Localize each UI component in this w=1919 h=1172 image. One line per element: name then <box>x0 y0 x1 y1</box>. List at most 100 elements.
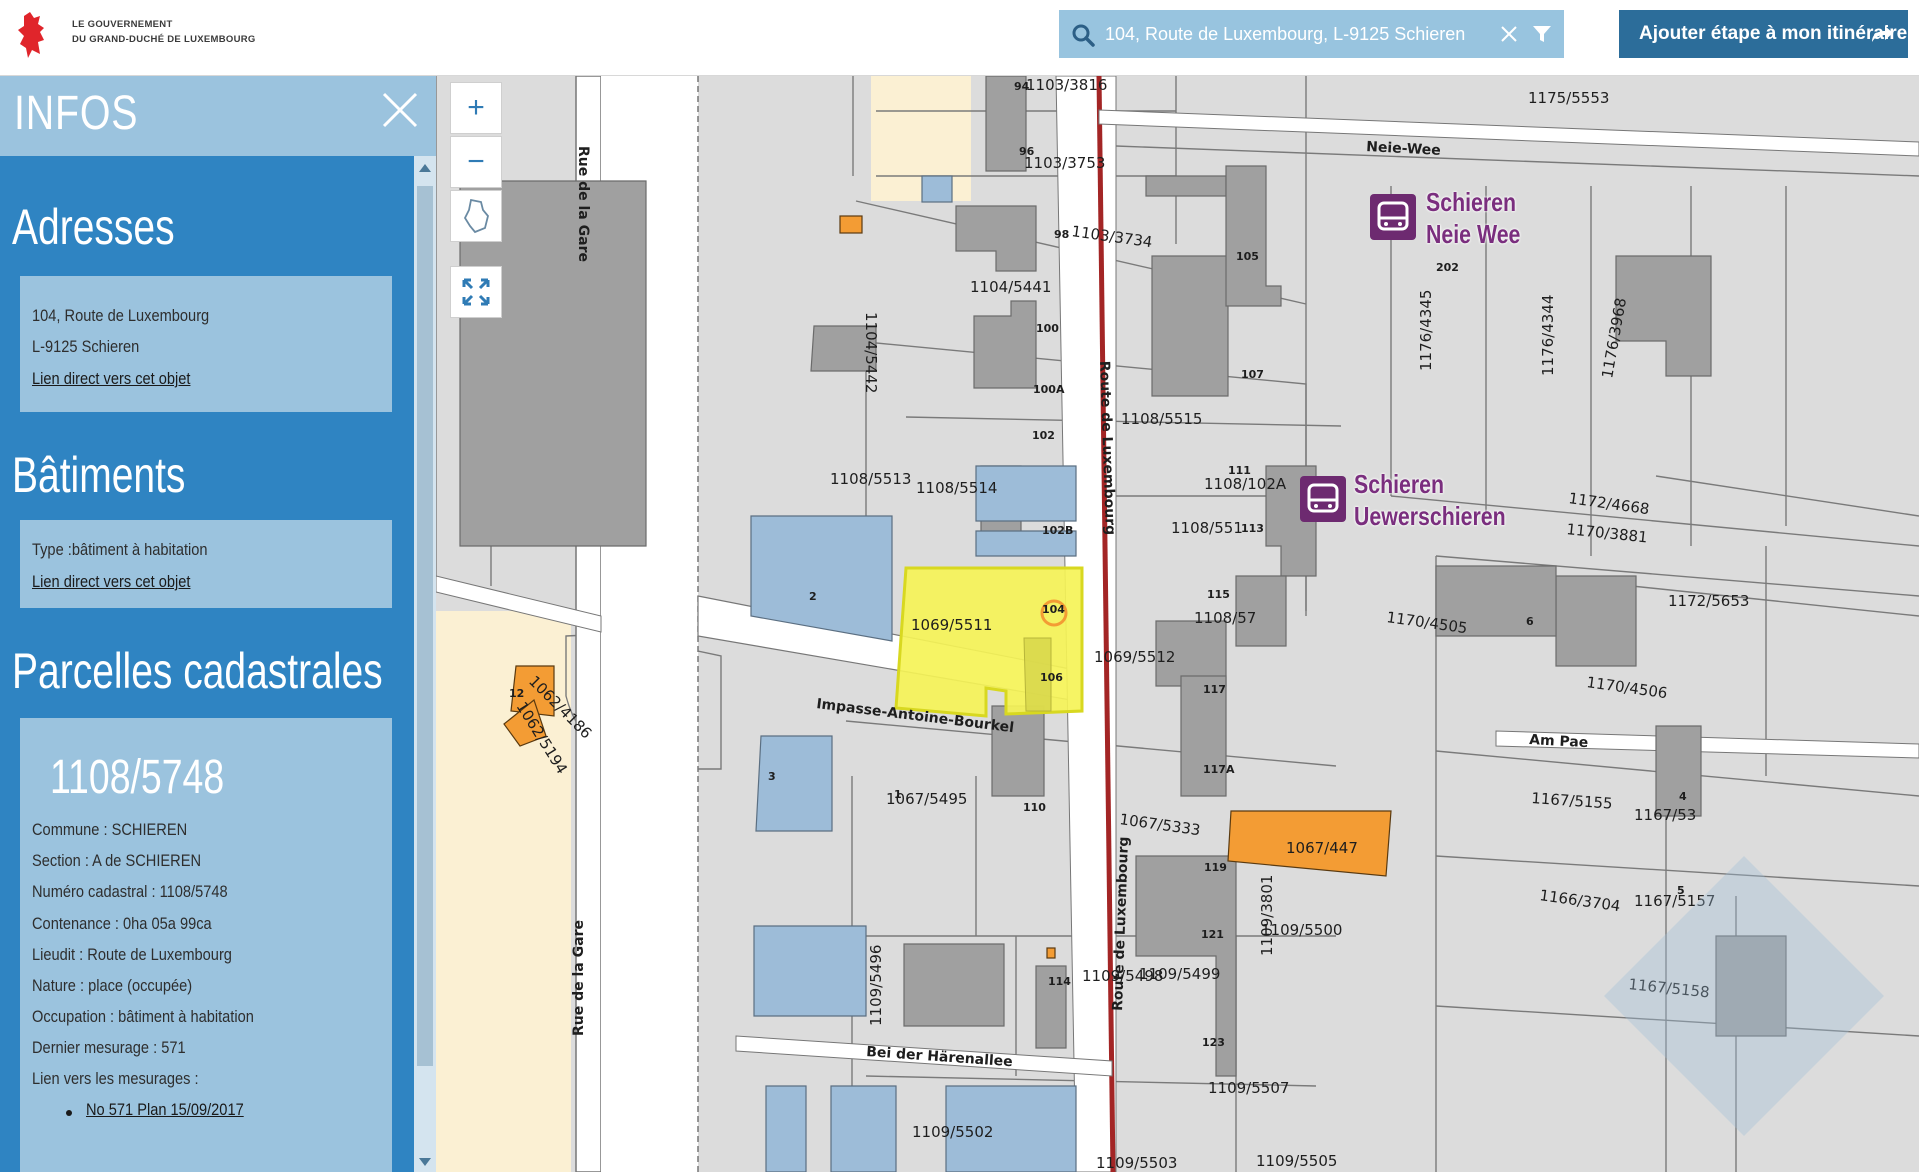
map-label: 4 <box>1679 790 1687 803</box>
map-label: 1172/5653 <box>1668 592 1749 610</box>
map-label: 102B <box>1042 524 1073 537</box>
map-label: 114 <box>1048 975 1071 988</box>
logo-line-2: du Grand-Duché de Luxembourg <box>72 34 256 45</box>
top-header: Le Gouvernement du Grand-Duché de Luxemb… <box>0 0 1919 76</box>
parcelles-heading: Parcelles cadastrales <box>12 643 383 699</box>
map-label: 106 <box>1040 671 1063 684</box>
map-label: 3 <box>768 770 776 783</box>
bus-icon <box>1307 483 1339 513</box>
map-label: 202 <box>1436 261 1459 274</box>
address-line-2: L-9125 Schieren <box>32 337 140 356</box>
map-label: 105 <box>1236 250 1259 263</box>
map-label: 1108/551 <box>1171 519 1243 537</box>
zoom-in-label: + <box>467 91 485 124</box>
map-label: 1109/5505 <box>1256 1152 1337 1170</box>
scroll-up-icon[interactable] <box>419 164 431 172</box>
bus-stop-icon[interactable] <box>1300 476 1346 522</box>
zoom-out-button[interactable]: − <box>450 136 502 188</box>
parcel-last-survey: Dernier mesurage : 571 <box>32 1038 186 1057</box>
country-extent-button[interactable] <box>450 190 502 242</box>
bus-icon <box>1377 201 1409 231</box>
map-label: 100 <box>1036 322 1059 335</box>
fullscreen-button[interactable] <box>450 266 502 318</box>
parcel-commune: Commune : SCHIEREN <box>32 820 188 839</box>
map-label: 1109/5498 <box>1082 967 1163 985</box>
map-label: 113 <box>1241 522 1264 535</box>
bus-stop-icon[interactable] <box>1370 194 1416 240</box>
address-card: 104, Route de Luxembourg L-9125 Schieren… <box>20 276 392 412</box>
map-label: 1109/5496 <box>867 945 885 1026</box>
sidebar-title: INFOS <box>14 87 139 140</box>
adresses-heading: Adresses <box>12 199 175 255</box>
parcel-survey-links-label: Lien vers les mesurages : <box>32 1069 199 1088</box>
government-name: Le Gouvernement du Grand-Duché de Luxemb… <box>72 17 256 47</box>
parcel-nature: Nature : place (occupée) <box>32 976 193 995</box>
map-label: 1108/102A <box>1204 475 1287 493</box>
search-input[interactable] <box>1105 16 1505 52</box>
parcel-area: Contenance : 0ha 05a 99ca <box>32 914 212 933</box>
map-label: 1108/5514 <box>916 479 997 497</box>
building-direct-link[interactable]: Lien direct vers cet objet <box>32 572 190 592</box>
map-label: 1103/3753 <box>1024 154 1105 172</box>
map-label: 1109/5507 <box>1208 1079 1289 1097</box>
map-label: 104 <box>1042 603 1065 616</box>
fullscreen-icon <box>462 278 490 306</box>
zoom-in-button[interactable]: + <box>450 82 502 134</box>
map-label: 1069/5511 <box>911 616 992 634</box>
sand-area-top <box>871 76 971 201</box>
filter-icon[interactable] <box>1531 23 1553 45</box>
scrollbar-thumb[interactable] <box>417 186 433 1066</box>
map-label: 1108/57 <box>1194 609 1256 627</box>
map-label: 119 <box>1204 861 1227 874</box>
address-direct-link[interactable]: Lien direct vers cet objet <box>32 369 190 389</box>
map-label: 1175/5553 <box>1528 89 1609 107</box>
bus-stop-name: Schieren Uewerschieren <box>1354 469 1506 531</box>
map-label: 121 <box>1201 928 1224 941</box>
street-label: Rue de la Gare <box>571 920 587 1036</box>
parcel-occupation: Occupation : bâtiment à habitation <box>32 1007 254 1026</box>
map-label: 1 <box>894 788 902 801</box>
add-itinerary-step-button[interactable]: Ajouter étape à mon itinéraire <box>1619 10 1908 58</box>
cadastral-map[interactable]: Rue de la Gare Rue de la Gare Route de L… <box>436 76 1919 1172</box>
parcel-lieudit: Lieudit : Route de Luxembourg <box>32 945 232 964</box>
map-label: 2 <box>809 590 817 603</box>
map-label: 1104/5441 <box>970 278 1051 296</box>
map-label: 1109/5503 <box>1096 1154 1177 1172</box>
info-sidebar: INFOS Adresses 104, Route de Luxembourg … <box>0 76 436 1172</box>
map-label: 1176/4344 <box>1539 295 1557 376</box>
map-label: 117A <box>1203 763 1235 776</box>
map-label: 98 <box>1054 228 1069 241</box>
map-label: 1067/447 <box>1286 839 1358 857</box>
map-label: 1104/5442 <box>862 312 880 393</box>
map-label: 1167/53 <box>1634 806 1696 824</box>
map-label: 94 <box>1014 80 1030 93</box>
street-label: Am Pae <box>1529 732 1589 751</box>
map-label: 111 <box>1228 464 1251 477</box>
zoom-out-label: − <box>467 145 485 178</box>
clear-search-icon[interactable] <box>1499 24 1519 44</box>
scroll-down-icon[interactable] <box>419 1158 431 1166</box>
parcel-number: 1108/5748 <box>50 751 225 804</box>
map-label: 1103/3816 <box>1026 76 1107 94</box>
map-label: 1109/5502 <box>912 1123 993 1141</box>
close-icon[interactable] <box>378 88 422 132</box>
sidebar-scrollbar[interactable] <box>414 156 436 1172</box>
map-label: 1109/3801 <box>1258 875 1276 956</box>
street-label: Rue de la Gare <box>575 146 591 262</box>
map-label: 1176/4345 <box>1417 290 1435 371</box>
building-card: Type :bâtiment à habitation Lien direct … <box>20 520 392 608</box>
map-label: 100A <box>1033 383 1065 396</box>
survey-plan-link[interactable]: No 571 Plan 15/09/2017 <box>86 1100 244 1120</box>
map-label: 1108/5515 <box>1121 410 1202 428</box>
bus-stop-name: Schieren Neie Wee <box>1426 187 1521 249</box>
map-label: 107 <box>1241 368 1264 381</box>
map-label: 115 <box>1207 588 1230 601</box>
map-label: 110 <box>1023 801 1046 814</box>
map-label: 96 <box>1019 145 1035 158</box>
map-label: 1069/5512 <box>1094 648 1175 666</box>
itinerary-button-label: Ajouter étape à mon itinéraire <box>1639 23 1908 44</box>
sidebar-header: INFOS <box>0 76 436 156</box>
batiments-heading: Bâtiments <box>12 447 186 503</box>
map-label: 12 <box>509 687 524 700</box>
map-label: 102 <box>1032 429 1055 442</box>
